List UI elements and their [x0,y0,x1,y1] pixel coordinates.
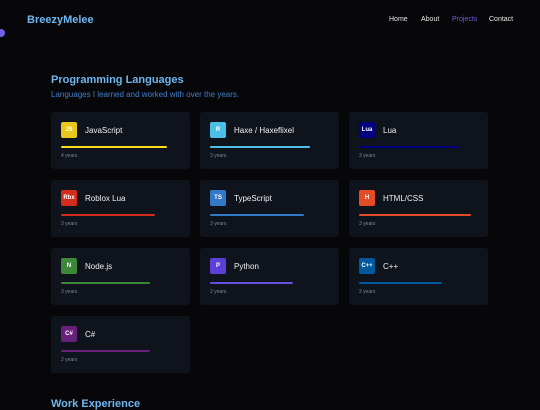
language-badge-icon: Lua [359,122,375,138]
language-name: Haxe / Haxeflixel [234,126,295,135]
language-name: JavaScript [85,126,123,135]
language-card: Lua Lua 3 years [349,112,488,169]
years-label: 3 years [359,153,376,159]
language-badge-icon: C++ [359,258,375,274]
language-card: R Haxe / Haxeflixel 3 years [200,112,339,169]
years-label: 3 years [210,153,227,159]
language-badge-icon: N [61,258,77,274]
language-name: TypeScript [234,194,272,203]
language-card: P Python 2 years [200,248,339,305]
proficiency-bar [61,282,150,284]
language-badge-icon: Rbx [61,190,77,206]
proficiency-bar [210,146,310,148]
language-badge-icon: R [210,122,226,138]
proficiency-bar [61,214,155,216]
years-label: 3 years [359,221,376,227]
years-label: 3 years [210,221,227,227]
language-card: JS JavaScript 4 years [51,112,190,169]
language-name: HTML/CSS [383,194,424,203]
brand-logo[interactable]: BreezyMelee [27,14,94,26]
proficiency-bar [359,214,471,216]
language-badge-icon: H [359,190,375,206]
years-label: 2 years [210,289,227,295]
language-card: C++ C++ 2 years [349,248,488,305]
language-badge-icon: TS [210,190,226,206]
proficiency-bar [61,350,150,352]
language-name: Node.js [85,262,113,271]
language-badge-icon: C# [61,326,77,342]
proficiency-bar [359,282,442,284]
proficiency-bar [359,146,459,148]
section-subtitle: Languages I learned and worked with over… [51,90,240,99]
years-label: 2 years [359,289,376,295]
language-card: C# C# 2 years [51,316,190,373]
years-label: 4 years [61,153,78,159]
years-label: 3 years [61,289,78,295]
language-name: Lua [383,126,397,135]
language-badge-icon: JS [61,122,77,138]
nav-about[interactable]: About [421,16,439,23]
language-name: Roblox Lua [85,194,126,203]
nav-contact[interactable]: Contact [489,16,513,23]
proficiency-bar [210,214,304,216]
nav-home[interactable]: Home [389,16,408,23]
proficiency-bar [210,282,293,284]
navbar: BreezyMelee Home About Projects Contact [0,0,540,40]
work-experience-title: Work Experience [51,398,141,410]
language-name: Python [234,262,259,271]
language-badge-icon: P [210,258,226,274]
section-title: Programming Languages [51,74,184,86]
language-card: Rbx Roblox Lua 3 years [51,180,190,237]
years-label: 2 years [61,357,78,363]
language-card: TS TypeScript 3 years [200,180,339,237]
language-card: H HTML/CSS 3 years [349,180,488,237]
nav-projects[interactable]: Projects [452,16,477,23]
proficiency-bar [61,146,167,148]
language-name: C++ [383,262,399,271]
years-label: 3 years [61,221,78,227]
language-card: N Node.js 3 years [51,248,190,305]
language-name: C# [85,330,96,339]
